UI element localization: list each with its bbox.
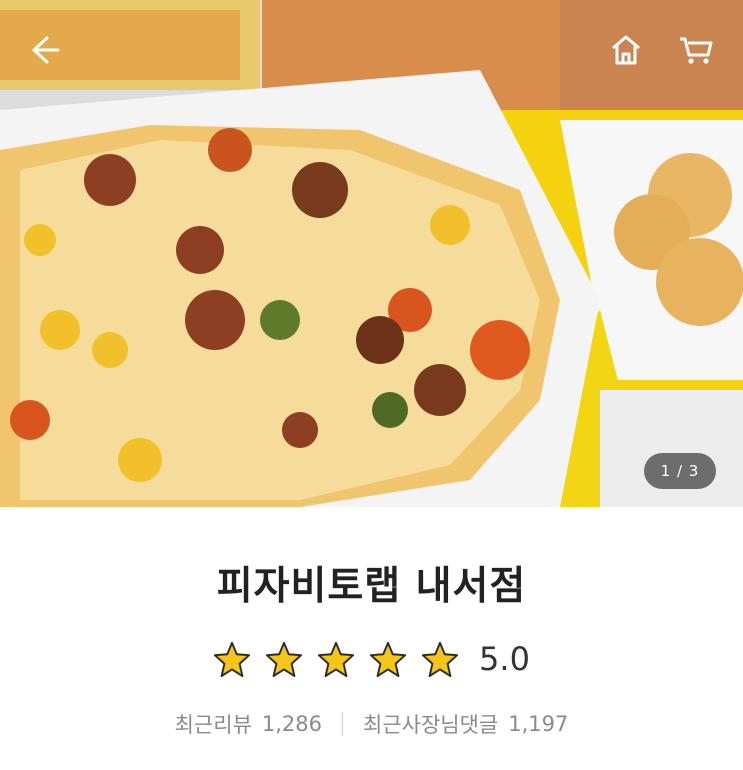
star-icon bbox=[213, 641, 251, 678]
owner-replies-count: 1,197 bbox=[508, 712, 569, 736]
home-button[interactable] bbox=[604, 28, 648, 72]
recent-reviews[interactable]: 최근리뷰 1,286 bbox=[175, 709, 322, 739]
back-button[interactable] bbox=[22, 28, 66, 72]
page-indicator: 1 / 3 bbox=[644, 453, 716, 489]
rating-stars bbox=[213, 640, 459, 678]
back-arrow-icon bbox=[32, 36, 60, 64]
rating-row: 5.0 bbox=[0, 637, 743, 681]
recent-reviews-count: 1,286 bbox=[261, 712, 323, 736]
review-stats: 최근리뷰 1,286 최근사장님댓글 1,197 bbox=[0, 707, 743, 741]
star-icon bbox=[369, 641, 407, 678]
store-name: 피자비토랩 내서점 bbox=[216, 564, 527, 609]
rating-value: 5.0 bbox=[479, 640, 530, 678]
owner-replies-label: 최근사장님댓글 bbox=[363, 713, 499, 737]
recent-reviews-label: 최근리뷰 bbox=[174, 713, 252, 737]
home-icon bbox=[612, 35, 640, 65]
hero-photo[interactable]: 1 / 3 bbox=[0, 0, 743, 507]
owner-replies[interactable]: 최근사장님댓글 1,197 bbox=[363, 709, 568, 739]
stats-divider bbox=[342, 712, 344, 736]
cart-icon bbox=[680, 37, 713, 64]
store-info: 피자비토랩 내서점 5.0 최근리뷰 1,286 최근사장님댓글 1,197 bbox=[0, 507, 743, 770]
star-icon bbox=[421, 641, 459, 678]
pizza-photo bbox=[0, 0, 743, 507]
star-icon bbox=[265, 641, 303, 678]
star-icon bbox=[317, 641, 355, 678]
cart-button[interactable] bbox=[674, 28, 718, 72]
